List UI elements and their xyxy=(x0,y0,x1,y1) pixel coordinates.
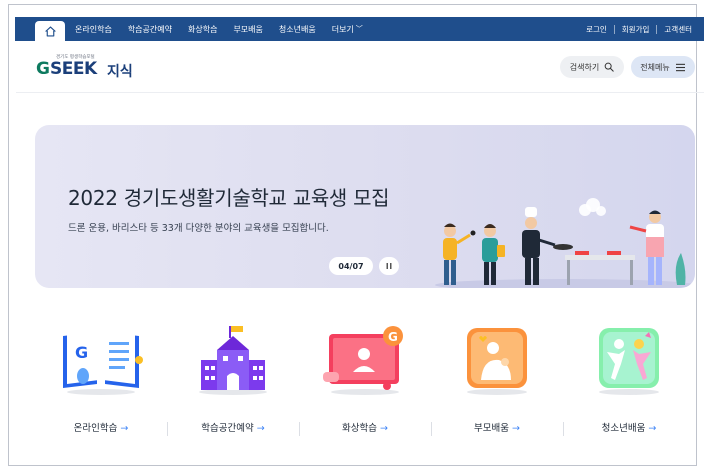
nav-item-label: 학습공간예약 xyxy=(127,24,172,34)
quick-item-parent-learning[interactable]: 부모배움 → xyxy=(431,320,563,450)
quick-item-label: 청소년배움 → xyxy=(563,420,695,434)
arrow-right-icon: → xyxy=(120,423,129,434)
customer-center-link[interactable]: 고객센터 xyxy=(664,24,692,35)
login-link[interactable]: 로그인 xyxy=(586,24,607,35)
arrow-right-icon: → xyxy=(256,423,265,434)
banner-pager: 04/07 xyxy=(329,257,373,275)
hamburger-icon xyxy=(675,63,685,71)
banner-description: 드론 운용, 바리스타 등 33개 다양한 분야의 교육생을 모집합니다. xyxy=(68,223,329,234)
nav-item-youth-learning[interactable]: 청소년배움 xyxy=(279,24,316,35)
search-icon xyxy=(604,62,614,72)
divider xyxy=(656,24,658,34)
search-button[interactable]: 검색하기 xyxy=(560,56,624,78)
quick-item-label: 학습공간예약 → xyxy=(167,420,299,434)
nav-item-label: 청소년배움 xyxy=(278,24,316,34)
nav-item-label: 온라인학습 xyxy=(75,24,112,34)
divider xyxy=(613,24,615,34)
top-nav-bar: 온라인학습 학습공간예약 화상학습 부모배움 청소년배움 더보기 ﹀ 로그인 회원… xyxy=(15,17,704,41)
arrow-right-icon: → xyxy=(380,423,388,434)
quick-item-video-learning[interactable]: G 화상학습 → xyxy=(299,320,431,450)
quick-label-text: 부모배움 xyxy=(474,423,509,434)
svg-text:G: G xyxy=(388,330,398,344)
nav-item-label: 부모배움 xyxy=(233,24,263,34)
quick-item-online-learning[interactable]: G 온라인학습 → xyxy=(35,320,167,450)
banner-pause-button[interactable] xyxy=(379,257,399,275)
full-menu-button[interactable]: 전체메뉴 xyxy=(631,56,695,78)
nav-item-label: 화상학습 xyxy=(187,24,218,34)
chevron-down-icon: ﹀ xyxy=(355,25,363,33)
quick-label-text: 화상학습 xyxy=(342,423,377,434)
banner-title: 2022 경기도생활기술학교 교육생 모집 xyxy=(68,186,390,210)
nav-item-space-reservation[interactable]: 학습공간예약 xyxy=(128,24,172,35)
quick-menu: G 온라인학습 → 학습공간예약 → G 화상학습 → 부모배움 → 청소년배움… xyxy=(35,320,695,450)
nav-item-label: 더보기 xyxy=(331,24,354,34)
pause-icon xyxy=(386,263,392,269)
quick-item-label: 부모배움 → xyxy=(431,420,563,434)
nav-item-parent-learning[interactable]: 부모배움 xyxy=(233,24,262,35)
nav-item-video-learning[interactable]: 화상학습 xyxy=(188,24,217,35)
logo-seek: SEEK xyxy=(50,59,97,79)
signup-link[interactable]: 회원가입 xyxy=(622,24,650,35)
main-banner[interactable]: 2022 경기도생활기술학교 교육생 모집 드론 운용, 바리스타 등 33개 … xyxy=(35,125,695,288)
youth-figures-icon xyxy=(599,328,659,395)
arrow-right-icon: → xyxy=(648,423,657,434)
figure-chef xyxy=(522,207,573,285)
nav-item-online-learning[interactable]: 온라인학습 xyxy=(75,24,112,35)
top-nav-menu: 온라인학습 학습공간예약 화상학습 부모배움 청소년배움 더보기 ﹀ xyxy=(75,17,379,41)
home-icon xyxy=(44,25,56,37)
logo-jisik: 지식 xyxy=(107,64,133,80)
nav-item-more[interactable]: 더보기 ﹀ xyxy=(332,24,363,35)
video-screen-icon: G xyxy=(323,326,403,395)
quick-label-text: 온라인학습 xyxy=(73,423,118,434)
quick-item-label: 화상학습 → xyxy=(299,420,431,434)
quick-label-text: 청소년배움 xyxy=(601,423,646,434)
arrow-right-icon: → xyxy=(512,423,520,434)
parent-child-icon xyxy=(467,328,527,395)
quick-item-label: 온라인학습 → xyxy=(35,420,167,434)
online-learning-icon: G xyxy=(63,330,143,395)
figure-drone-operator xyxy=(443,223,476,285)
school-building-icon xyxy=(199,326,267,395)
figure-cook xyxy=(629,210,664,285)
home-tab[interactable] xyxy=(35,21,65,41)
figure-barista xyxy=(482,224,505,285)
logo-g: G xyxy=(36,59,50,79)
quick-label-text: 학습공간예약 xyxy=(201,423,254,434)
util-links: 로그인 회원가입 고객센터 xyxy=(586,17,692,41)
search-button-label: 검색하기 xyxy=(569,62,600,72)
quick-item-youth-learning[interactable]: 청소년배움 → xyxy=(563,320,695,450)
full-menu-label: 전체메뉴 xyxy=(640,62,670,72)
quick-item-space-reservation[interactable]: 학습공간예약 → xyxy=(167,320,299,450)
banner-illustration xyxy=(435,198,695,288)
svg-text:G: G xyxy=(75,343,88,362)
header-divider xyxy=(16,92,704,93)
